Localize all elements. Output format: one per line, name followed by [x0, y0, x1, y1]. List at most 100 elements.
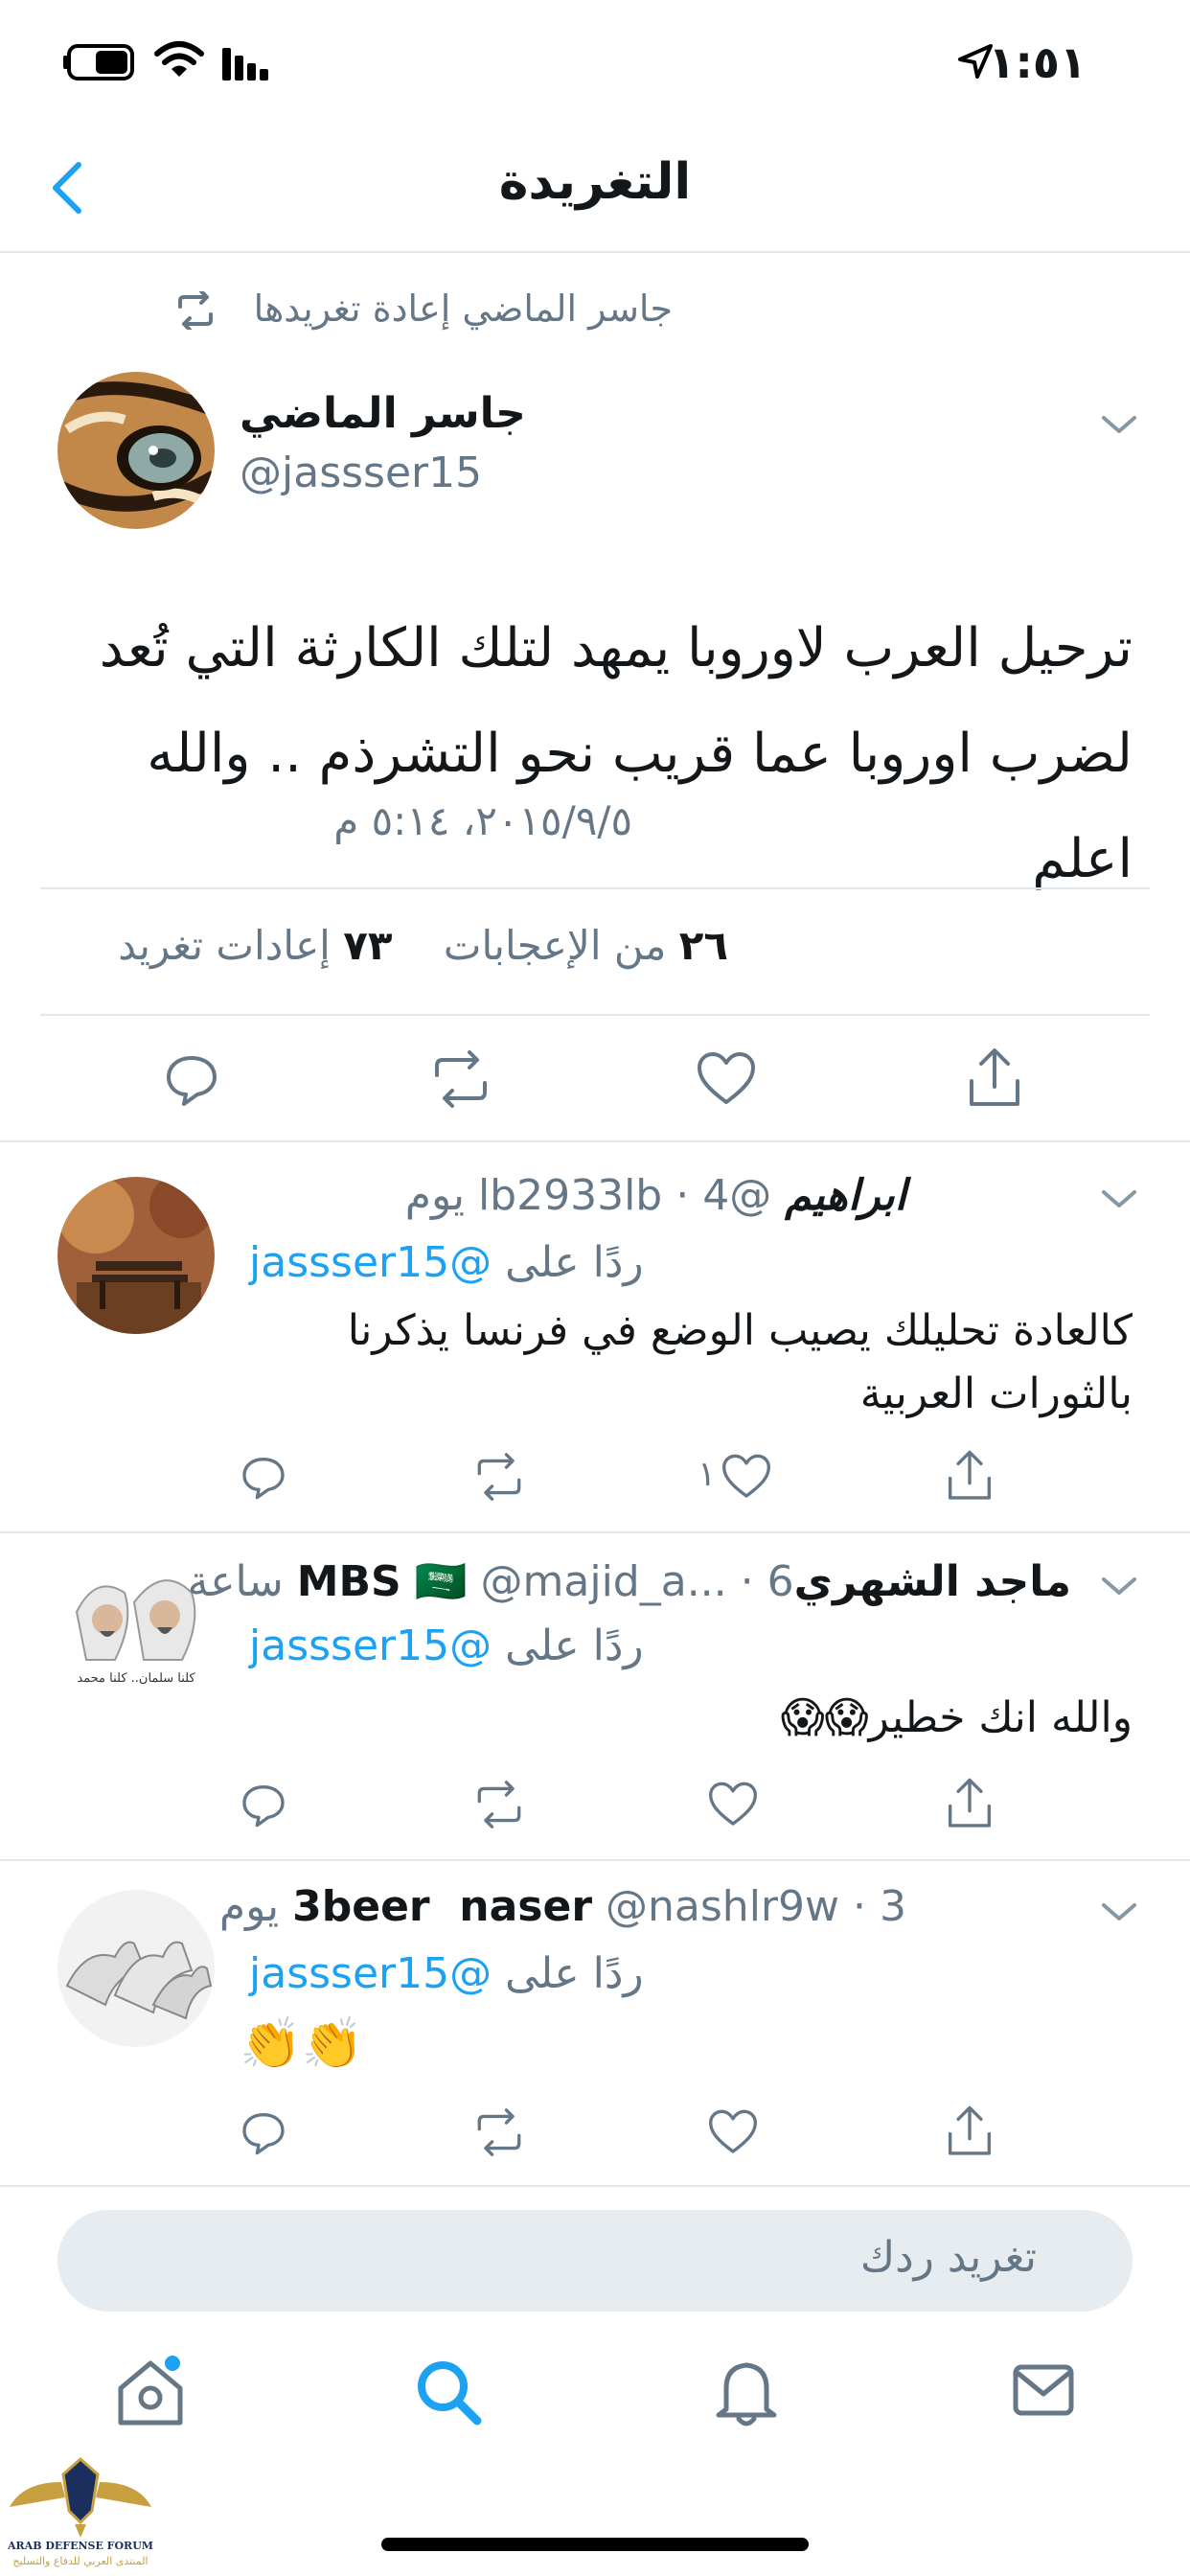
tab-home[interactable] [113, 2356, 188, 2428]
chevron-down-icon[interactable] [1100, 1898, 1138, 1926]
page-title: التغريدة [498, 153, 692, 211]
reply-text: كالعادة تحليلك يصيب الوضع في فرنسا يذكرن… [270, 1300, 1133, 1426]
reply-text: والله انك خطير😱😱 [270, 1687, 1133, 1750]
search-icon [418, 2361, 482, 2426]
reply-text-line: والله انك خطير😱😱 [780, 1693, 1133, 1742]
reply-header: 3beer naser @nashlr9w · 3 يوم [219, 1882, 906, 1931]
share-icon [948, 1778, 992, 1828]
author-name[interactable]: جاسر الماضي [240, 389, 814, 438]
tab-notifications[interactable] [713, 2356, 780, 2428]
retweet-icon [477, 1781, 521, 1828]
share-button[interactable] [945, 1777, 995, 1830]
share-icon [970, 1048, 1019, 1106]
heart-icon [722, 1454, 770, 1498]
author-name[interactable]: ابراهيم [785, 1171, 906, 1220]
replying-to-handle[interactable]: @jassser15 [249, 1949, 492, 1998]
retweet-icon [174, 289, 217, 332]
retweet-context-text: جاسر الماضي إعادة تغريدها [253, 288, 673, 330]
home-indicator[interactable] [381, 2538, 809, 2551]
avatar[interactable] [57, 1890, 215, 2047]
cellular-signal-icon [222, 46, 272, 80]
reply-icon [242, 2113, 285, 2155]
author-handle[interactable]: @jassser15 [240, 448, 482, 497]
replying-to-label: ردًا على [505, 1622, 644, 1670]
like-button[interactable] [707, 1781, 759, 1828]
location-arrow-icon [956, 42, 995, 80]
reply-text: 👏👏 [240, 2012, 623, 2076]
tab-messages[interactable] [1012, 2361, 1075, 2419]
eagle-emblem-icon [10, 2456, 151, 2538]
reply-icon [167, 1056, 217, 1106]
author-handle[interactable]: @majid_a... [481, 1557, 727, 1606]
retweet-icon [477, 2108, 521, 2156]
divider [0, 1531, 1190, 1533]
retweet-button[interactable] [471, 1781, 527, 1828]
retweet-button[interactable] [427, 1050, 494, 1108]
share-button[interactable] [945, 1449, 995, 1503]
replying-to-handle[interactable]: @jassser15 [249, 1622, 492, 1670]
battery-icon [61, 44, 138, 80]
tweet-timestamp: ٢٠١٥/٩/٥، ٥:١٤ م [333, 797, 632, 844]
divider [40, 887, 1150, 889]
retweets-stat[interactable]: ٧٣ إعادات تغريد [118, 922, 392, 969]
reply-text-line: كالعادة تحليلك يصيب الوضع في فرنسا يذكرن… [347, 1306, 1133, 1355]
divider [0, 251, 1190, 253]
share-button[interactable] [966, 1046, 1023, 1110]
likes-stat[interactable]: ٢٦ من الإعجابات [431, 922, 728, 969]
retweet-icon [435, 1050, 487, 1108]
divider [0, 2185, 1190, 2187]
avatar-caption: كلنا سلمان.. كلنا محمد [77, 1671, 195, 1686]
reply-text-line: 👏👏 [240, 2015, 364, 2073]
reply-button[interactable] [163, 1050, 220, 1108]
reply-placeholder: تغريد ردك [859, 2233, 1037, 2282]
reply-button[interactable] [240, 1781, 287, 1828]
dot-separator: · [675, 1171, 690, 1220]
replying-to: ردًا على @jassser15 [249, 1949, 920, 1998]
divider [40, 1014, 1150, 1016]
divider [0, 1140, 1190, 1142]
like-button[interactable] [696, 1050, 757, 1108]
like-button[interactable] [707, 2108, 759, 2156]
avatar[interactable] [57, 372, 215, 529]
chevron-down-icon[interactable] [1100, 410, 1138, 439]
wifi-icon [153, 40, 205, 80]
tweet-stats: ٢٦ من الإعجابات ٧٣ إعادات تغريد [57, 922, 728, 969]
heart-icon [698, 1052, 755, 1104]
author-name[interactable]: 3beer naser [292, 1882, 592, 1931]
avatar[interactable] [57, 1177, 215, 1334]
divider [0, 1859, 1190, 1861]
chevron-down-icon[interactable] [1100, 1184, 1138, 1213]
reply-icon [242, 1458, 285, 1500]
reply-button[interactable] [240, 1453, 287, 1501]
bell-icon [716, 2362, 777, 2426]
replying-to: ردًا على @jassser15 [249, 1238, 920, 1287]
watermark-text-en: ARAB DEFENSE FORUM [8, 2540, 153, 2552]
status-bar: ١:٥١ [0, 0, 1190, 125]
retweet-icon [477, 1453, 521, 1501]
reply-input[interactable]: تغريد ردك [57, 2210, 1133, 2312]
flag-emoji: 🇸🇦 [414, 1557, 468, 1606]
tab-bar [0, 2338, 1190, 2453]
envelope-icon [1013, 2364, 1074, 2416]
home-icon [118, 2356, 183, 2426]
like-button[interactable]: ١ [698, 1451, 774, 1503]
tab-search[interactable] [414, 2358, 483, 2426]
retweet-button[interactable] [471, 2108, 527, 2156]
heart-icon [709, 1782, 757, 1826]
tweet-text: ترحيل العرب لاوروبا يمهد لتلك الكارثة ال… [50, 596, 1133, 912]
retweets-label: إعادات تغريد [118, 922, 331, 969]
reply-text-line: بالثورات العربية [859, 1369, 1133, 1418]
watermark-text-ar: المنتدى العربي للدفاع والتسليح [12, 2555, 149, 2567]
likes-label: من الإعجابات [443, 922, 667, 969]
retweet-button[interactable] [471, 1453, 527, 1501]
author-handle[interactable]: @nashlr9w [606, 1882, 839, 1931]
share-button[interactable] [945, 2104, 995, 2158]
replying-to-handle[interactable]: @jassser15 [249, 1238, 492, 1287]
reply-header: ماجد الشهريMBS 🇸🇦 @majid_a... · 6 ساعة [188, 1556, 1071, 1606]
chevron-down-icon[interactable] [1100, 1572, 1138, 1600]
watermark-logo: ARAB DEFENSE FORUM المنتدى العربي للدفاع… [4, 2453, 157, 2576]
reply-button[interactable] [240, 2108, 287, 2156]
replying-to-label: ردًا على [505, 1949, 644, 1998]
heart-icon [709, 2109, 757, 2153]
share-icon [948, 1450, 992, 1500]
